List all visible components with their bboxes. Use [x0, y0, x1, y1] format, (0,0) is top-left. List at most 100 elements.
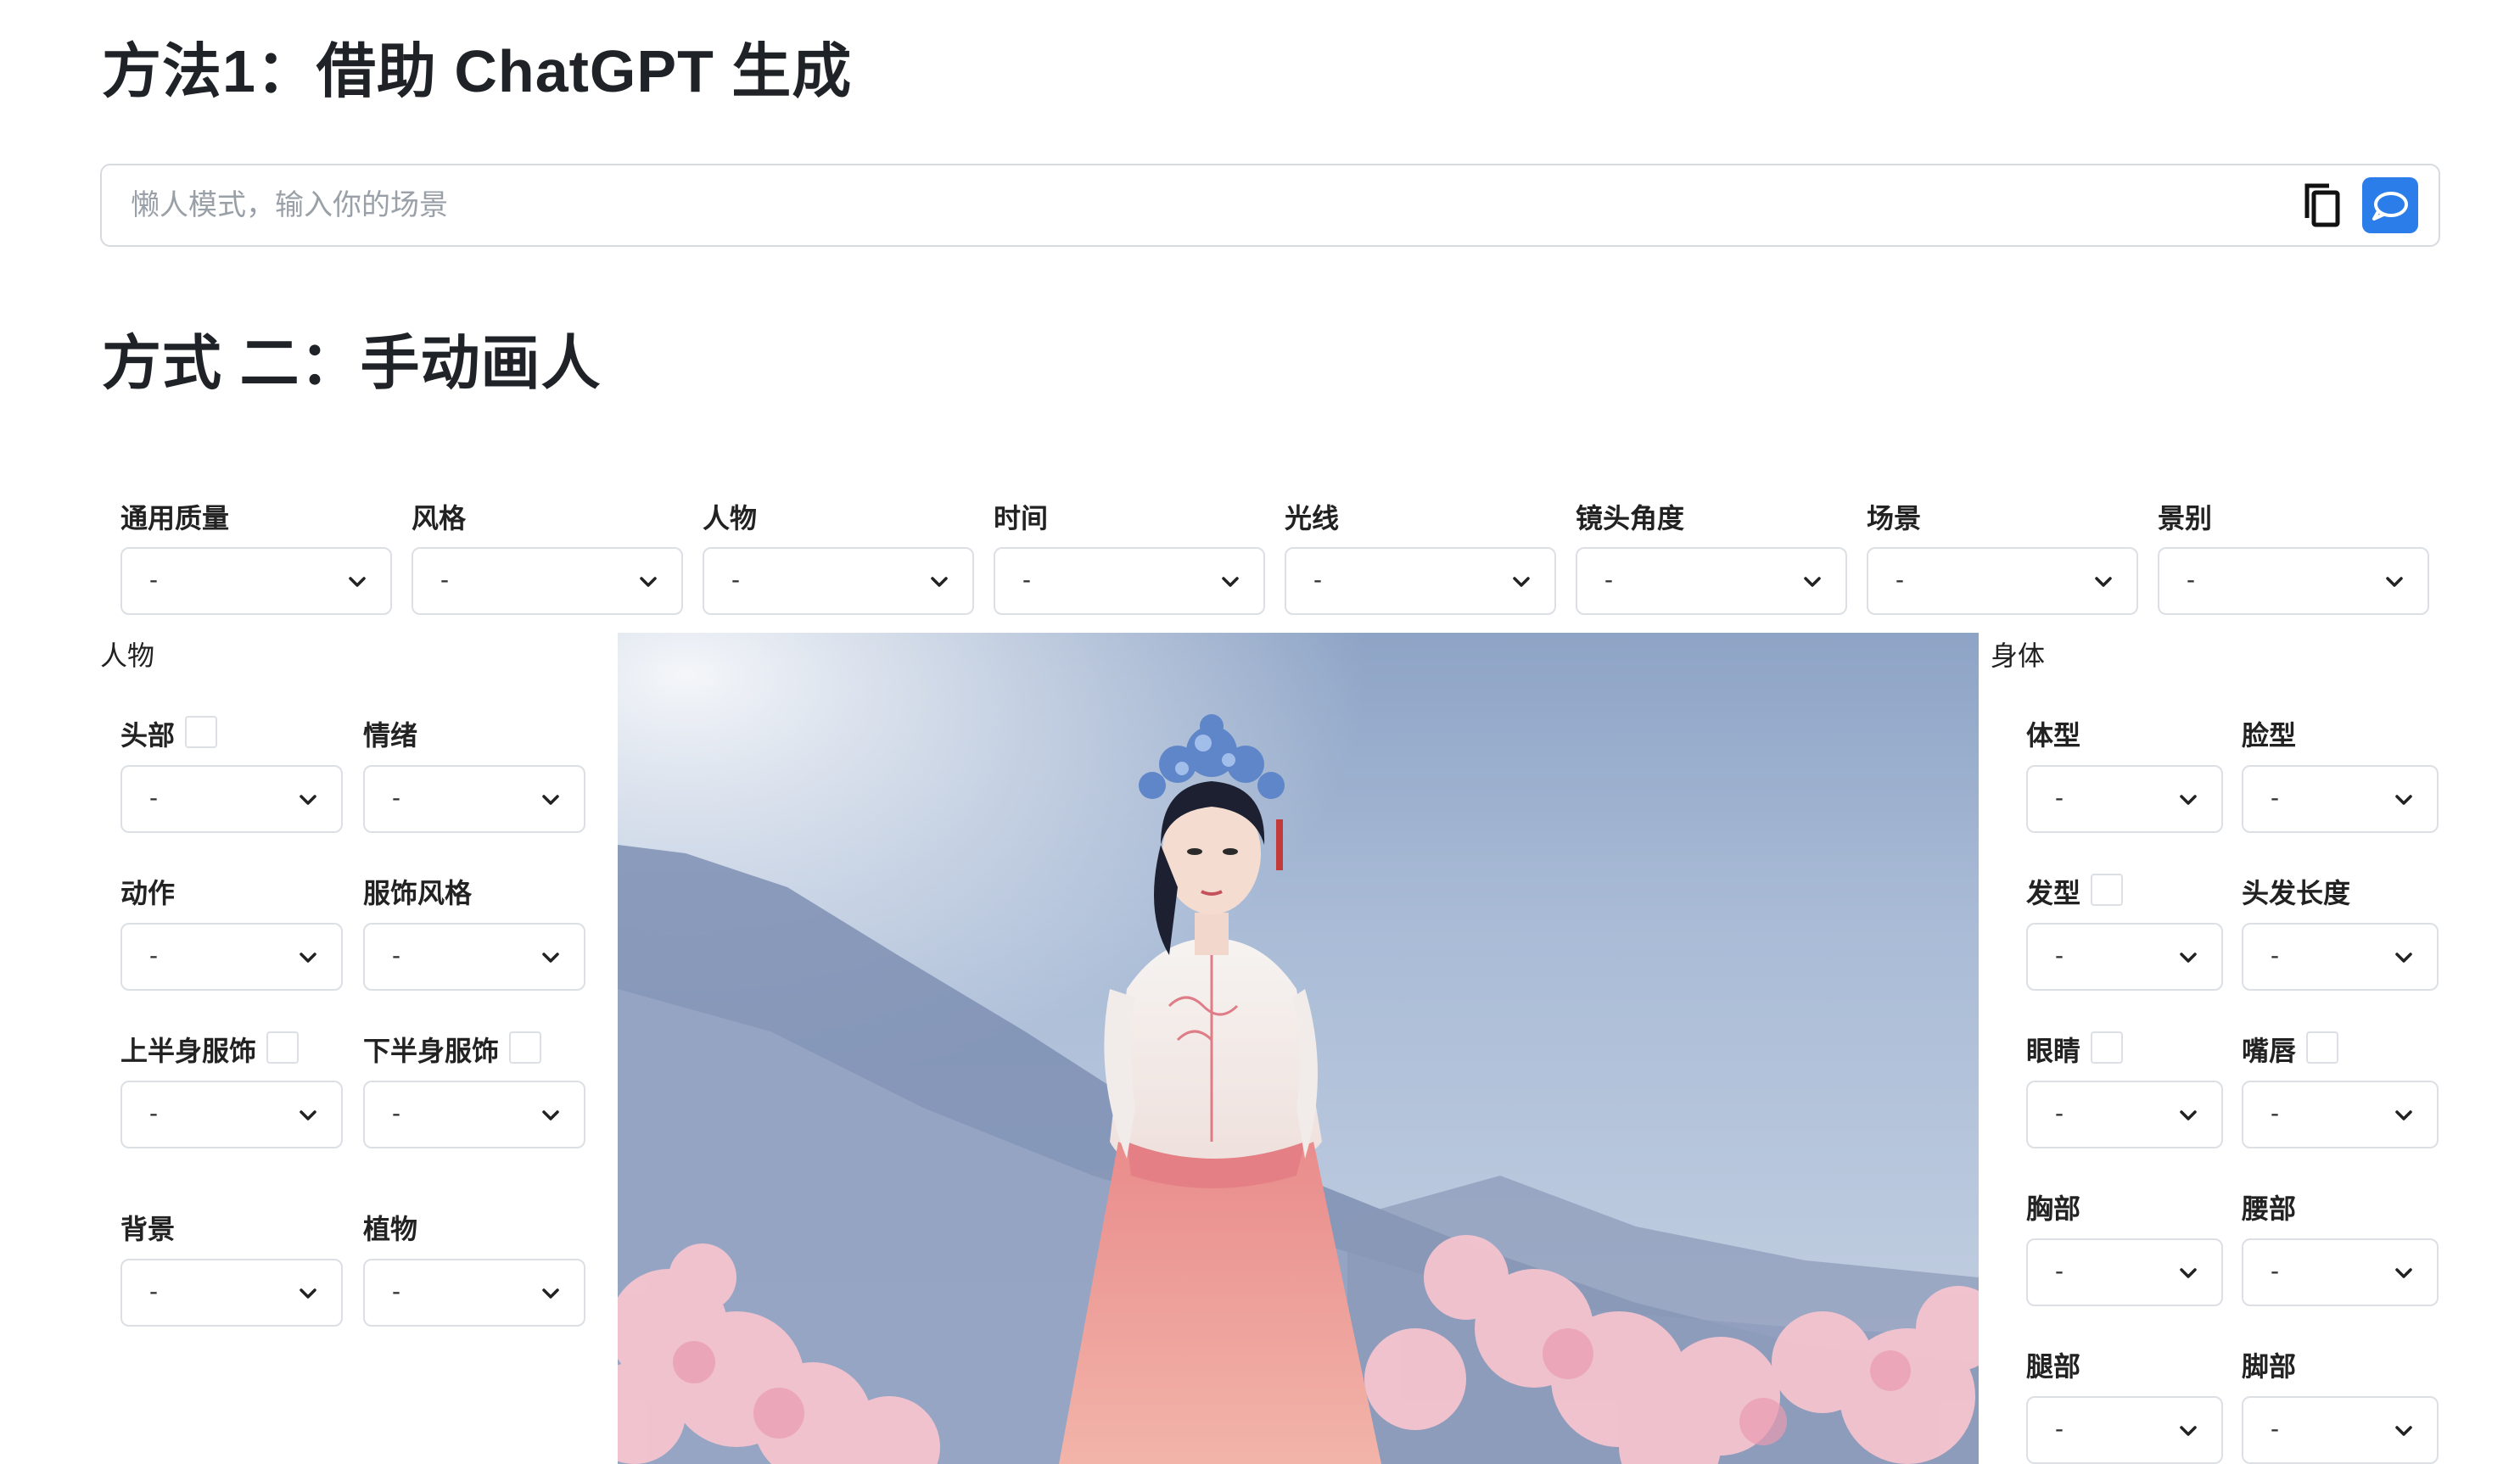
body-field-checkbox[interactable] — [2091, 1031, 2123, 1064]
body-field-label: 胸部 — [2026, 1193, 2081, 1224]
select-value: - — [149, 1099, 158, 1127]
method2-title: 方式 二：手动画人 — [102, 330, 602, 396]
chevron-down-icon — [2095, 577, 2112, 587]
chevron-down-icon — [300, 953, 316, 963]
portrait-illustration — [618, 633, 1979, 1464]
person-field-select[interactable]: - — [363, 1081, 585, 1148]
top-filter-select[interactable]: - — [1576, 547, 1847, 615]
select-value: - — [2055, 1415, 2064, 1443]
body-field-select[interactable]: - — [2026, 1081, 2223, 1148]
body-field-label: 嘴唇 — [2242, 1036, 2297, 1066]
top-filter-select[interactable]: - — [994, 547, 1265, 615]
body-field-select[interactable]: - — [2026, 923, 2223, 991]
body-field-label: 脚部 — [2242, 1351, 2297, 1382]
chevron-down-icon — [300, 1110, 316, 1120]
select-value: - — [2055, 1257, 2064, 1285]
lazy-mode-input[interactable] — [131, 165, 2320, 245]
select-value: - — [2271, 942, 2279, 969]
top-filter-label: 场景 — [1867, 503, 1922, 534]
chevron-down-icon — [300, 1288, 316, 1299]
chevron-down-icon — [300, 795, 316, 805]
top-filter-label: 镜头角度 — [1576, 503, 1685, 534]
body-field-label: 发型 — [2026, 878, 2081, 908]
body-field-select[interactable]: - — [2026, 765, 2223, 833]
chevron-down-icon — [2395, 1426, 2412, 1436]
top-filter-select[interactable]: - — [1285, 547, 1556, 615]
person-field-select[interactable]: - — [363, 765, 585, 833]
chevron-down-icon — [1222, 577, 1239, 587]
person-field-select[interactable]: - — [363, 1259, 585, 1327]
chevron-down-icon — [2180, 1426, 2197, 1436]
select-value: - — [2271, 1099, 2279, 1127]
person-field-select[interactable]: - — [120, 923, 343, 991]
body-field-select[interactable]: - — [2242, 1396, 2439, 1464]
chevron-down-icon — [349, 577, 366, 587]
body-field-select[interactable]: - — [2242, 923, 2439, 991]
generated-preview-image — [618, 633, 1979, 1464]
body-field-checkbox[interactable] — [2306, 1031, 2338, 1064]
top-filter-select[interactable]: - — [120, 547, 392, 615]
select-value: - — [392, 784, 400, 812]
body-section-title: 身体 — [1991, 640, 2046, 671]
select-value: - — [1604, 566, 1613, 594]
chevron-down-icon — [931, 577, 948, 587]
select-value: - — [149, 1277, 158, 1305]
chevron-down-icon — [640, 577, 657, 587]
copy-button[interactable] — [2295, 177, 2351, 233]
body-field-select[interactable]: - — [2242, 765, 2439, 833]
chevron-down-icon — [2386, 577, 2403, 587]
chevron-down-icon — [2180, 795, 2197, 805]
person-field-checkbox[interactable] — [509, 1031, 541, 1064]
person-field-checkbox[interactable] — [266, 1031, 299, 1064]
top-filter-label: 光线 — [1285, 503, 1340, 534]
chatgpt-generate-button[interactable] — [2362, 177, 2418, 233]
body-field-label: 眼睛 — [2026, 1036, 2081, 1066]
person-field-select[interactable]: - — [363, 923, 585, 991]
person-field-label: 动作 — [120, 878, 176, 908]
body-field-label: 脸型 — [2242, 720, 2297, 751]
select-value: - — [1313, 566, 1322, 594]
chevron-down-icon — [2395, 1110, 2412, 1120]
chevron-down-icon — [2180, 1110, 2197, 1120]
chevron-down-icon — [2180, 1268, 2197, 1278]
select-value: - — [2271, 1257, 2279, 1285]
person-field-select[interactable]: - — [120, 1081, 343, 1148]
top-filter-select[interactable]: - — [412, 547, 683, 615]
select-value: - — [2187, 566, 2195, 594]
top-filter-select[interactable]: - — [703, 547, 974, 615]
top-filter-select[interactable]: - — [1867, 547, 2138, 615]
chevron-down-icon — [542, 1110, 559, 1120]
person-field-checkbox[interactable] — [185, 716, 217, 748]
top-filter-label: 风格 — [412, 503, 467, 534]
top-filter-label: 时间 — [994, 503, 1049, 534]
select-value: - — [149, 942, 158, 969]
chevron-down-icon — [1804, 577, 1821, 587]
person-field-label: 情绪 — [363, 720, 418, 751]
body-field-select[interactable]: - — [2026, 1396, 2223, 1464]
method1-title: 方法1：借助 ChatGPT 生成 — [102, 38, 853, 104]
person-field-select[interactable]: - — [120, 1259, 343, 1327]
select-value: - — [440, 566, 449, 594]
body-field-select[interactable]: - — [2242, 1238, 2439, 1306]
chat-bubble-icon — [2372, 192, 2408, 221]
person-field-select[interactable]: - — [120, 765, 343, 833]
select-value: - — [149, 784, 158, 812]
copy-icon — [2304, 183, 2340, 227]
body-field-label: 体型 — [2026, 720, 2081, 751]
chevron-down-icon — [542, 1288, 559, 1299]
person-field-label: 头部 — [120, 720, 176, 751]
select-value: - — [2271, 784, 2279, 812]
top-filter-label: 景别 — [2158, 503, 2213, 534]
person-section-title: 人物 — [100, 640, 155, 671]
top-filter-select[interactable]: - — [2158, 547, 2429, 615]
body-field-select[interactable]: - — [2242, 1081, 2439, 1148]
select-value: - — [2055, 784, 2064, 812]
body-field-checkbox[interactable] — [2091, 874, 2123, 906]
select-value: - — [392, 1277, 400, 1305]
person-field-label: 背景 — [120, 1214, 176, 1244]
select-value: - — [392, 1099, 400, 1127]
select-value: - — [2055, 1099, 2064, 1127]
top-filter-label: 人物 — [703, 503, 758, 534]
body-field-select[interactable]: - — [2026, 1238, 2223, 1306]
chevron-down-icon — [542, 953, 559, 963]
